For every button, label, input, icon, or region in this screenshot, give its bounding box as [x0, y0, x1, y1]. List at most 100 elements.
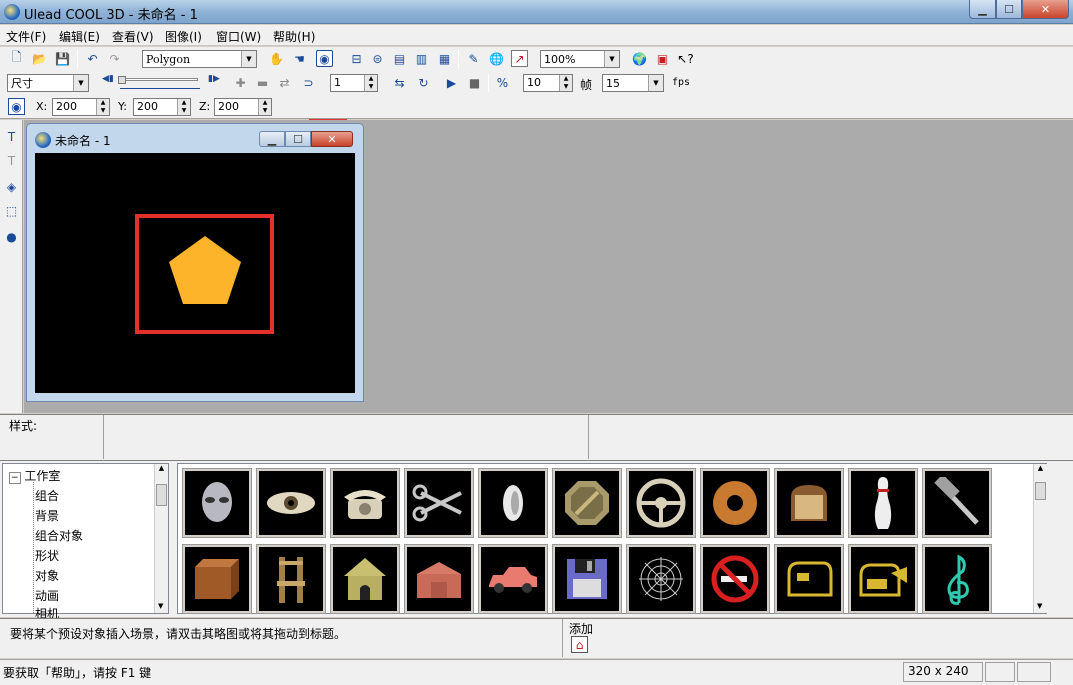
percent-icon[interactable]: % [494, 74, 511, 91]
scroll-up-icon[interactable]: ▲ [155, 464, 168, 472]
help-pointer-icon[interactable]: ↖? [677, 50, 694, 67]
thumbnail-scrollbar[interactable]: ▲ ▼ [1033, 464, 1047, 613]
repeat-icon[interactable]: ↻ [415, 74, 432, 91]
tree-root[interactable]: − 工作室 [9, 467, 60, 484]
scroll-thumb[interactable] [156, 484, 167, 506]
web-icon[interactable]: 🌍 [631, 50, 648, 67]
doc-minimize-button[interactable]: ▁ [259, 131, 285, 147]
slider-thumb[interactable] [118, 76, 126, 84]
position-mode-icon[interactable]: ◉ [8, 98, 25, 115]
doc-maximize-button[interactable]: ☐ [285, 131, 311, 147]
attribute-select[interactable]: 尺寸 ▼ [7, 74, 89, 92]
timeline-slider[interactable]: ◀▮ ▮▶ [100, 74, 220, 92]
tree-item[interactable]: 形状 [35, 547, 59, 564]
document-window[interactable]: 未命名 - 1 ▁ ☐ ✕ [26, 123, 364, 402]
menu-edit[interactable]: 编辑(E) [59, 28, 100, 45]
layer-front-icon[interactable]: ▥ [413, 50, 430, 67]
thumb-crate[interactable] [182, 543, 252, 614]
thumb-chair[interactable] [256, 543, 326, 614]
thumb-steering-wheel[interactable] [626, 468, 696, 538]
thumb-bread[interactable] [774, 468, 844, 538]
total-frames-input[interactable]: 10 ▲ ▼ [523, 74, 573, 92]
stop-icon[interactable]: ■ [466, 74, 483, 91]
menu-window[interactable]: 窗口(W) [216, 28, 261, 45]
hand-icon[interactable]: ✋ [268, 50, 285, 67]
frame-input[interactable]: 1 ▲ ▼ [330, 74, 378, 92]
rotate-hand-icon[interactable]: ☚ [291, 50, 308, 67]
globe-icon[interactable]: 🌐 [488, 50, 505, 67]
paint-icon[interactable]: ✎ [465, 50, 482, 67]
redo-icon[interactable]: ↷ [106, 50, 123, 67]
pingpong-icon[interactable]: ⇆ [391, 74, 408, 91]
fps-select[interactable]: 15 ▼ [602, 74, 664, 92]
tree-item[interactable]: 组合对象 [35, 527, 83, 544]
thumb-octagon[interactable] [552, 468, 622, 538]
object-type-select[interactable]: Polygon ▼ [142, 50, 257, 68]
thumb-donut[interactable] [700, 468, 770, 538]
edit-text-icon[interactable]: T [3, 152, 20, 169]
menu-file[interactable]: 文件(F) [6, 28, 46, 45]
thumb-house[interactable] [330, 543, 400, 614]
add-object-icon[interactable]: ⌂ [571, 636, 588, 653]
menu-image[interactable]: 图像(I) [165, 28, 202, 45]
open-folder-icon[interactable]: 📂 [31, 50, 48, 67]
spinner-icon[interactable]: ▲ ▼ [258, 99, 271, 115]
z-input[interactable]: 200 ▲ ▼ [214, 98, 272, 116]
thumb-hammer[interactable] [922, 468, 992, 538]
thumb-bowling-pin[interactable] [848, 468, 918, 538]
scroll-down-icon[interactable]: ▼ [158, 602, 163, 610]
thumb-telephone[interactable] [330, 468, 400, 538]
thumb-ring[interactable] [478, 468, 548, 538]
menu-view[interactable]: 查看(V) [112, 28, 154, 45]
move-object-icon[interactable]: ◉ [316, 50, 333, 67]
x-input[interactable]: 200 ▲ ▼ [52, 98, 110, 116]
doc-close-button[interactable]: ✕ [311, 131, 353, 147]
scroll-up-icon[interactable]: ▲ [1034, 464, 1047, 472]
thumb-alien[interactable] [182, 468, 252, 538]
menu-help[interactable]: 帮助(H) [273, 28, 315, 45]
spinner-icon[interactable]: ▲ ▼ [364, 75, 377, 91]
minimize-button[interactable]: ▁ [969, 0, 996, 19]
loop-icon[interactable]: ⊃ [300, 74, 317, 91]
tree-item[interactable]: 组合 [35, 487, 59, 504]
close-button[interactable]: ✕ [1022, 0, 1069, 19]
thumb-treble-clef[interactable] [922, 543, 992, 614]
first-key-icon[interactable]: ◀▮ [102, 74, 114, 84]
reverse-icon[interactable]: ⇄ [276, 74, 293, 91]
remove-key-icon[interactable]: ▬ [254, 74, 271, 91]
chart-icon[interactable]: ↗ [511, 50, 528, 67]
layer-back-icon[interactable]: ▦ [436, 50, 453, 67]
scroll-thumb[interactable] [1035, 482, 1046, 500]
extrude-icon[interactable]: ⊟ [348, 50, 365, 67]
spinner-icon[interactable]: ▲ ▼ [559, 75, 572, 91]
geometry-icon[interactable]: ● [3, 228, 20, 245]
render-canvas[interactable] [35, 153, 355, 393]
tree-item[interactable]: 动画 [35, 587, 59, 604]
thumb-mailbox-open[interactable] [848, 543, 918, 614]
tree-item[interactable]: 背景 [35, 507, 59, 524]
new-file-icon[interactable]: 🗋 [8, 50, 25, 67]
layer-icon[interactable]: ▤ [391, 50, 408, 67]
thumb-mailbox[interactable] [774, 543, 844, 614]
select-object-icon[interactable]: ⬚ [3, 202, 20, 219]
insert-text-icon[interactable]: T [3, 128, 20, 145]
thumb-scissors[interactable] [404, 468, 474, 538]
spinner-icon[interactable]: ▲ ▼ [96, 99, 109, 115]
tree-item[interactable]: 对象 [35, 567, 59, 584]
play-icon[interactable]: ▶ [443, 74, 460, 91]
add-key-icon[interactable]: ✚ [232, 74, 249, 91]
y-input[interactable]: 200 ▲ ▼ [133, 98, 191, 116]
zoom-select[interactable]: 100% ▼ [540, 50, 620, 68]
thumb-spider-web[interactable] [626, 543, 696, 614]
last-key-icon[interactable]: ▮▶ [208, 74, 220, 84]
export-icon[interactable]: ▣ [654, 50, 671, 67]
thumb-floppy-disk[interactable] [552, 543, 622, 614]
scroll-down-icon[interactable]: ▼ [1037, 602, 1042, 610]
thumb-no-smoking[interactable] [700, 543, 770, 614]
save-icon[interactable]: 💾 [54, 50, 71, 67]
insert-object-icon[interactable]: ◈ [3, 178, 20, 195]
bevel-icon[interactable]: ⊜ [369, 50, 386, 67]
maximize-button[interactable]: ☐ [996, 0, 1022, 19]
tree-scrollbar[interactable]: ▲ ▼ [154, 464, 168, 613]
spinner-icon[interactable]: ▲ ▼ [177, 99, 190, 115]
